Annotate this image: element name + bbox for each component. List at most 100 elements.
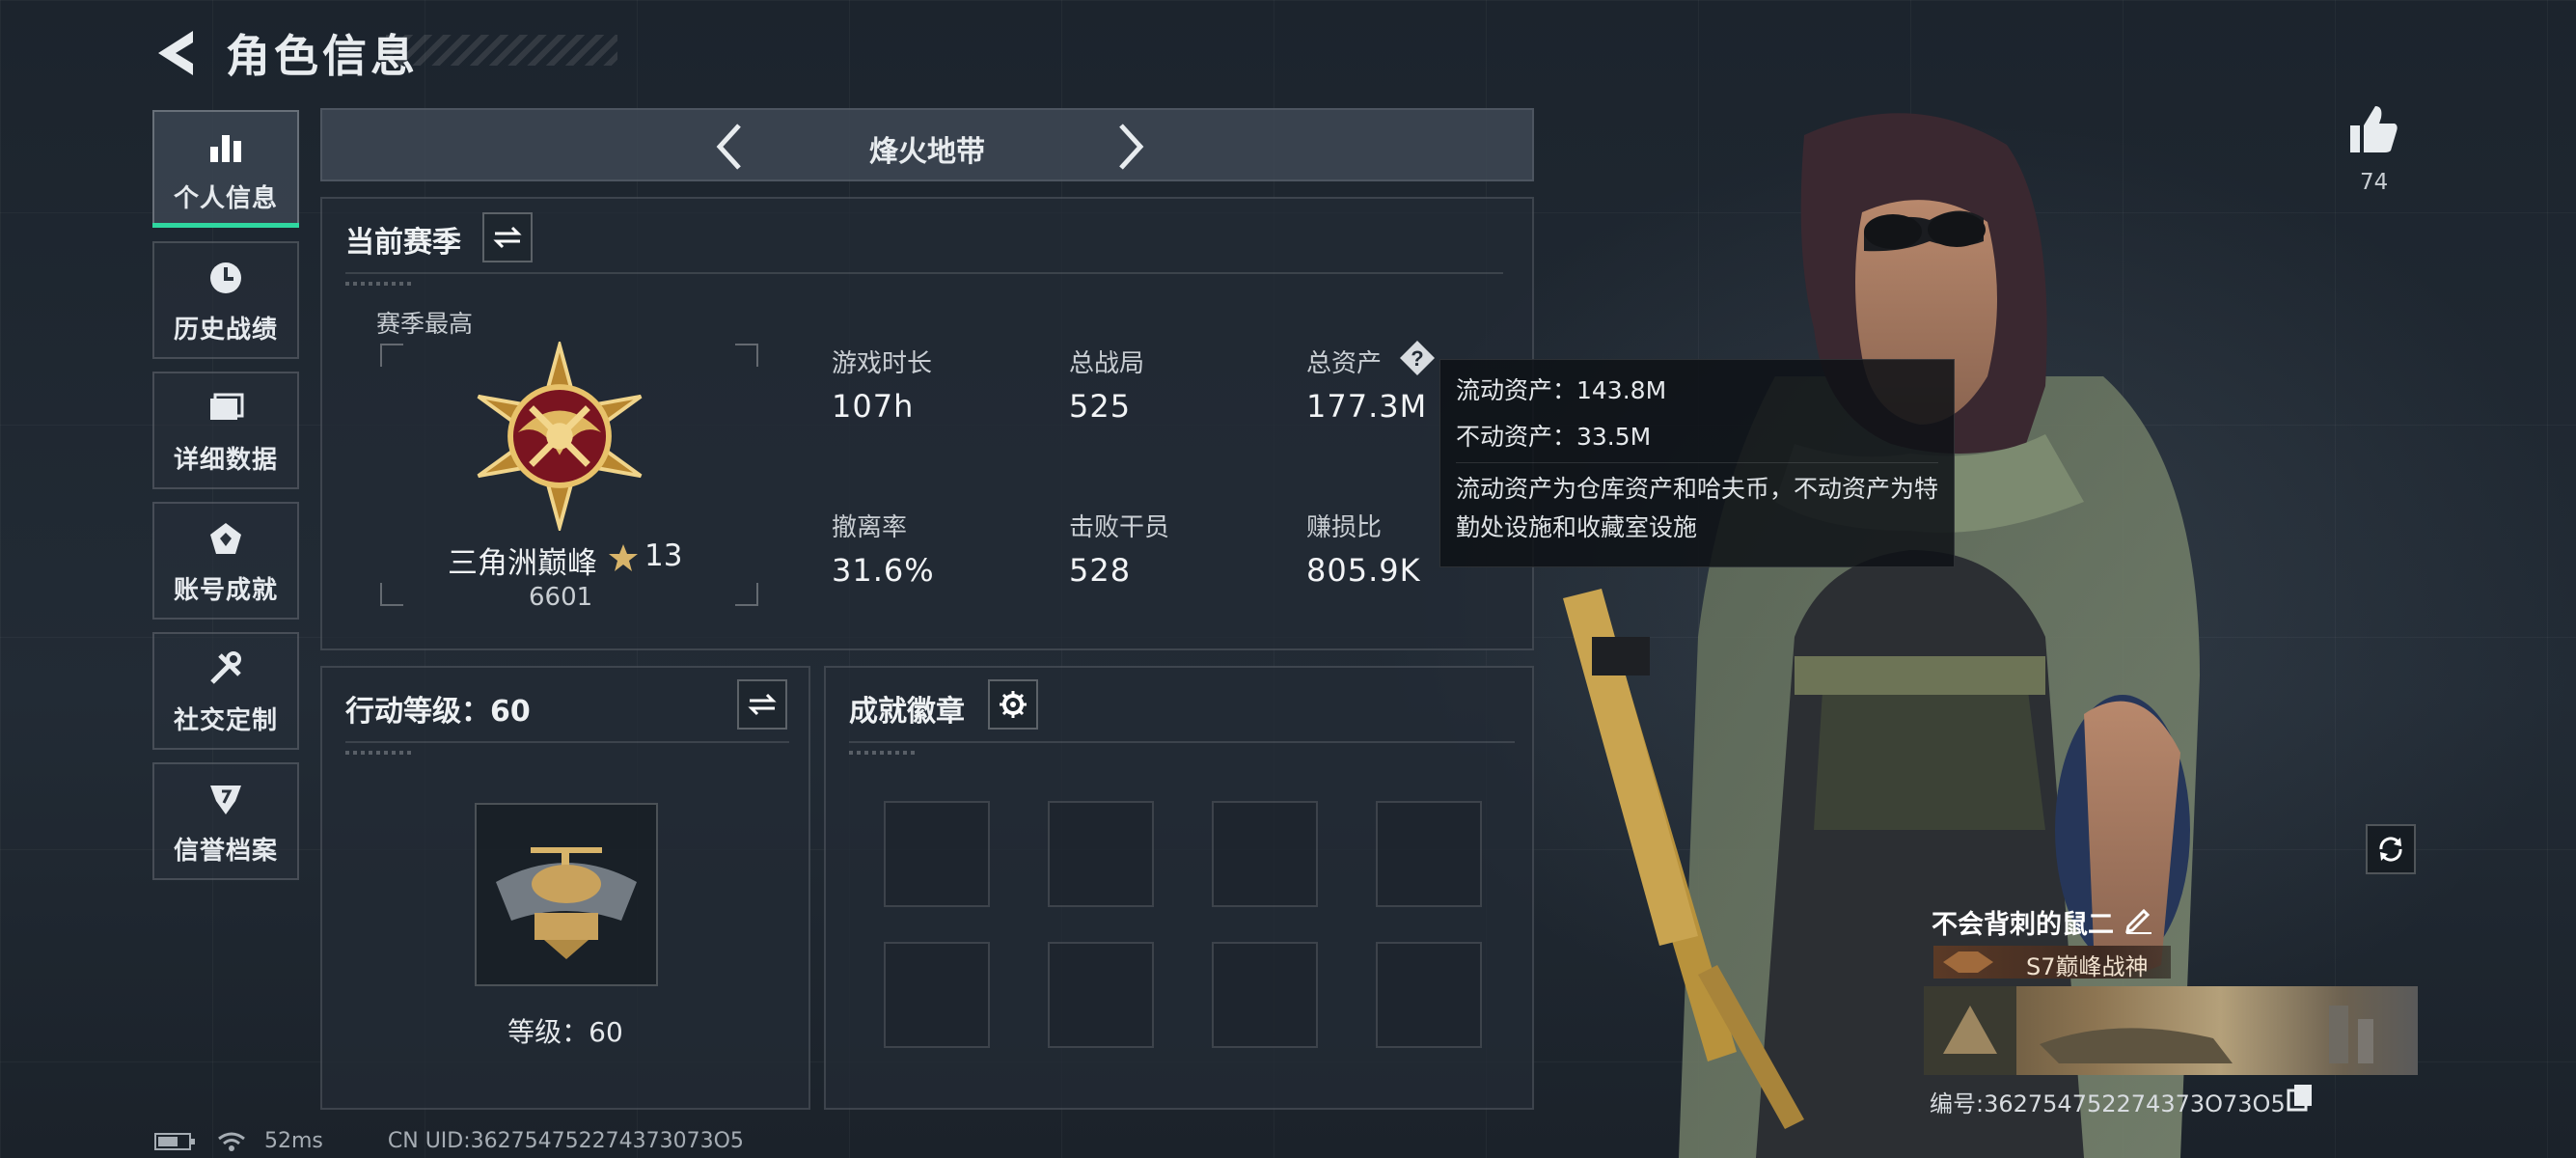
season-title: 当前赛季 [345,226,461,260]
level-switch-button[interactable] [737,679,787,730]
frame-corner [735,344,758,367]
season-switch-button[interactable] [482,212,533,262]
next-mode-button[interactable] [1111,120,1150,174]
frame-corner [735,583,758,606]
swap-icon [493,226,522,249]
thumbs-up-icon [2350,106,2398,152]
folder-icon [204,386,248,430]
badge-slot[interactable] [884,801,990,907]
like-count: 74 [2360,170,2389,195]
badge-slot[interactable] [1376,801,1482,907]
rank-stars: 13 [644,538,683,573]
stat-value: 525 [1069,388,1132,425]
divider [345,741,789,743]
rank-emblem-icon [477,342,643,531]
badge-slot[interactable] [1048,942,1154,1048]
sidebar-item-label: 个人信息 [173,183,278,213]
stat-value: 177.3M [1306,388,1428,425]
stat-label: 撤离率 [832,513,908,542]
ping-value: 52ms [264,1129,323,1153]
player-name: 不会背刺的鼠二 [1932,910,2114,940]
frame-corner [380,583,403,606]
badge-slot[interactable] [1212,801,1318,907]
banner-artwork [1924,986,2373,1075]
frame-corner [380,344,403,367]
player-banner [1924,986,2418,1075]
sidebar-item-label: 详细数据 [173,445,278,475]
stat-label: 赚损比 [1306,513,1383,542]
svg-text:?: ? [1411,346,1423,371]
copy-id-button[interactable] [2287,1083,2314,1112]
badge-slot[interactable] [1048,801,1154,907]
badge-slot[interactable] [1376,942,1482,1048]
sidebar-item-label: 社交定制 [173,705,278,735]
stat-label: 总战局 [1069,349,1145,378]
rank-name: 三角洲巅峰 [448,546,597,581]
uid-text: CN UID:362754752274373073O5 [387,1129,744,1153]
tooltip-description: 流动资产为仓库资产和哈夫币，不动资产为特勤处设施和收藏室设施 [1456,475,1939,541]
asset-help-button[interactable]: ? [1399,340,1436,376]
clock-icon [204,256,248,300]
refresh-icon [2379,837,2402,862]
status-bar: 52ms CN UID:362754752274373073O5 [154,1129,744,1153]
title-decoration [386,35,617,66]
badge-slot[interactable] [1212,942,1318,1048]
stat-value: 528 [1069,552,1132,589]
question-icon: ? [1400,341,1435,375]
refresh-button[interactable] [2366,824,2416,874]
level-caption: 等级：60 [507,1016,623,1048]
tooltip-divider [1456,462,1938,463]
asset-tooltip: 流动资产：143.8M 不动资产：33.5M 流动资产为仓库资产和哈夫币，不动资… [1439,359,1955,567]
pencil-icon [2125,908,2151,934]
achievement-settings-button[interactable] [988,679,1038,730]
sidebar-item-label: 账号成就 [173,575,278,605]
gear-icon [1000,691,1027,718]
stat-label: 击败干员 [1069,513,1170,542]
battery-icon [154,1133,195,1150]
divider [345,272,1503,274]
sidebar-item-history[interactable]: 历史战绩 [152,241,299,359]
rank-points: 6601 [529,583,593,612]
player-id: 编号:362754752274373O73O5 [1930,1090,2286,1117]
helicopter-emblem-icon [496,847,637,959]
achievements-title: 成就徽章 [849,695,965,729]
level-emblem-frame [475,803,658,986]
action-level-panel: 行动等级：60 等级：60 [320,666,810,1110]
star-icon [609,544,638,571]
back-arrow-icon [158,31,193,75]
sidebar-item-achievements[interactable]: 账号成就 [152,502,299,620]
back-button[interactable] [154,27,203,79]
sidebar-item-personal-info[interactable]: 个人信息 [152,110,299,228]
stat-value: 31.6% [832,552,935,589]
stat-label: 游戏时长 [832,349,933,378]
player-title: S7巅峰战神 [2026,953,2149,980]
sidebar-item-social[interactable]: 社交定制 [152,632,299,750]
chevron-right-icon [1119,124,1144,170]
sidebar-item-label: 信誉档案 [173,836,278,866]
wifi-icon [218,1132,245,1151]
edit-name-button[interactable] [2123,903,2153,934]
stat-value: 805.9K [1306,552,1421,589]
season-panel: 当前赛季 赛季最高 三角洲巅峰 13 6601 游戏时长 107h 总战局 52… [320,197,1534,650]
like-button[interactable] [2346,102,2400,156]
wrench-icon [204,647,248,691]
season-best-label: 赛季最高 [376,310,474,338]
copy-icon [2287,1085,2312,1112]
mode-label: 烽火地带 [869,135,985,169]
divider [849,741,1515,743]
badge-slot[interactable] [884,942,990,1048]
shield-icon [204,777,248,821]
stat-value: 107h [832,388,915,425]
divider-ticks [345,282,413,286]
divider-ticks [345,751,413,755]
tooltip-fixed-assets: 不动资产：33.5M [1456,423,1652,451]
mode-selector: 烽火地带 [320,108,1534,181]
achievement-badges-panel: 成就徽章 [824,666,1534,1110]
player-title-badge: S7巅峰战神 [1933,946,2171,980]
sidebar-item-details[interactable]: 详细数据 [152,372,299,489]
title-emblem-icon [1943,951,1993,973]
swap-icon [748,693,777,716]
sidebar-item-reputation[interactable]: 信誉档案 [152,762,299,880]
medal-icon [204,516,248,561]
bar-chart-icon [204,124,248,169]
